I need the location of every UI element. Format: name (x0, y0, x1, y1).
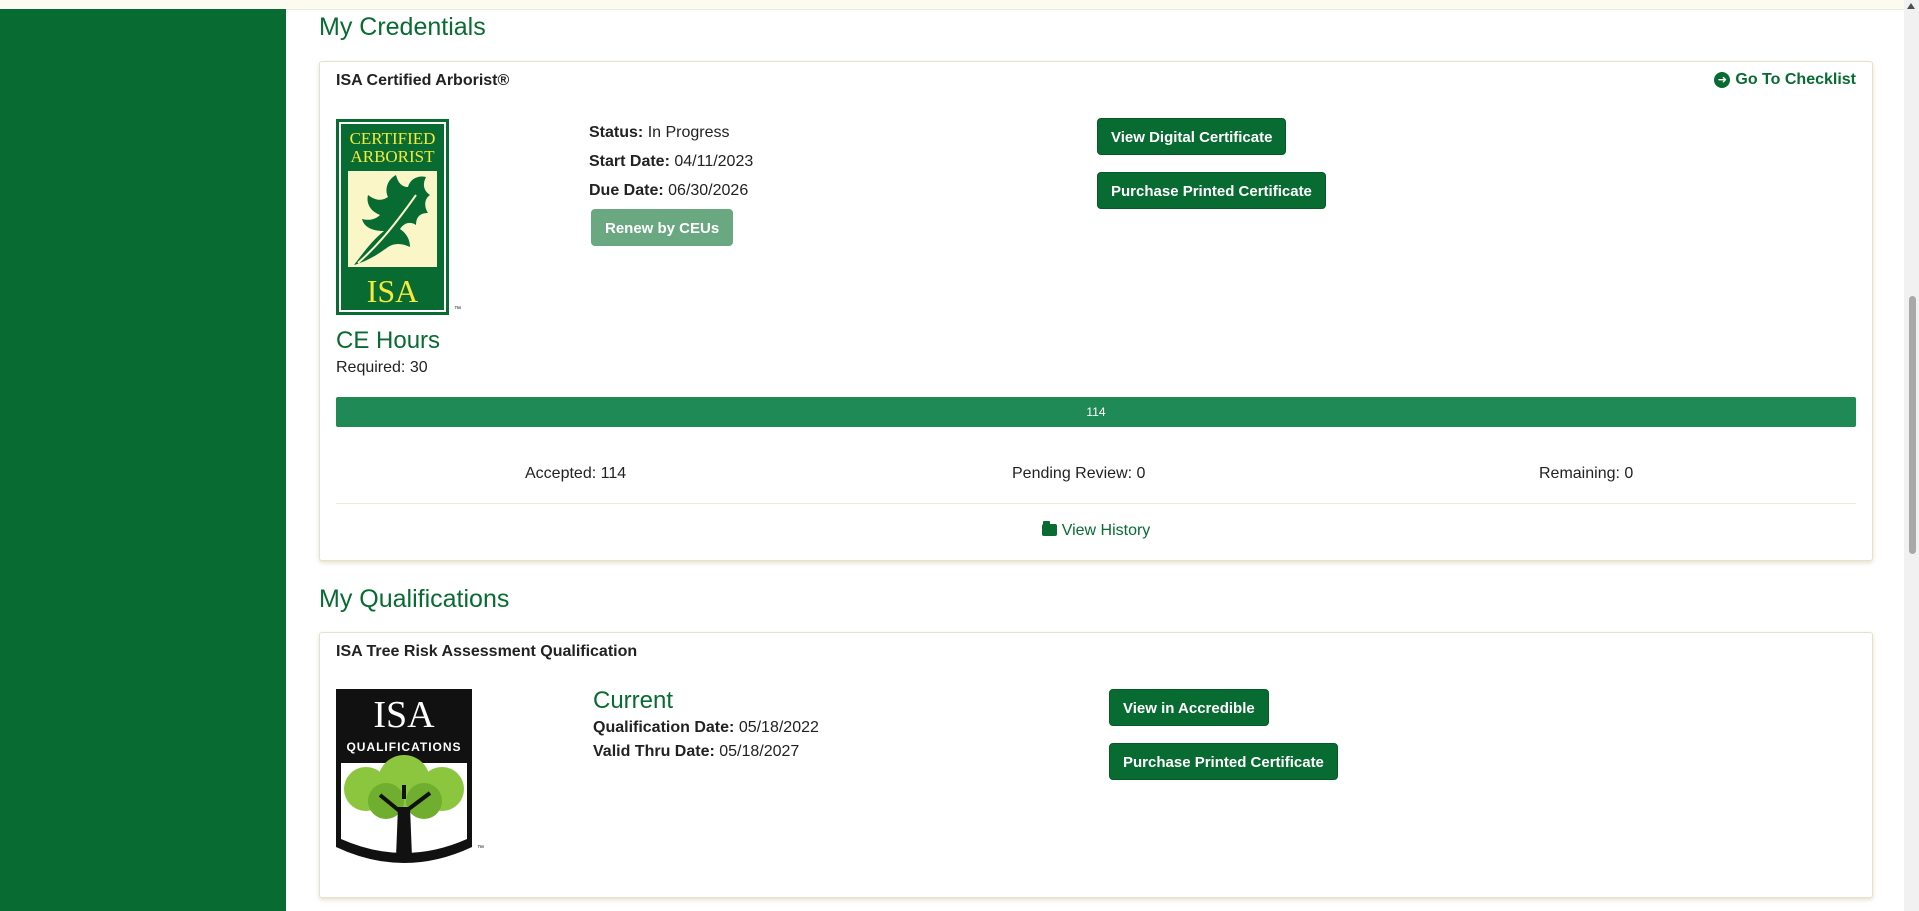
card-divider (336, 503, 1856, 504)
sidebar (0, 9, 286, 911)
qualification-title: ISA Tree Risk Assessment Qualification (336, 643, 638, 660)
qual-logo-caption: QUALIFICATIONS (346, 740, 461, 754)
qualification-date-value: 05/18/2022 (738, 719, 819, 736)
qual-logo-isa-mark: ISA (373, 694, 435, 736)
status-label: Status: (589, 124, 644, 141)
ce-required: Required: 30 (336, 359, 428, 376)
view-digital-certificate-button[interactable]: View Digital Certificate (1097, 118, 1287, 155)
due-date-line: Due Date: 06/30/2026 (589, 182, 748, 200)
credentials-heading: My Credentials (319, 13, 486, 41)
view-history-link[interactable]: View History (320, 521, 1872, 540)
credential-card: ISA Certified Arborist® ➜ Go To Checklis… (319, 61, 1873, 561)
logo-isa-mark: ISA (367, 273, 419, 309)
scroll-thumb[interactable] (1909, 296, 1916, 554)
valid-thru-label: Valid Thru Date: (593, 743, 715, 760)
due-date-value: 06/30/2026 (668, 182, 749, 199)
scroll-up-arrow-icon[interactable] (1907, 3, 1915, 9)
valid-thru-value: 05/18/2027 (719, 743, 800, 760)
isa-qualifications-logo: ISA QUALIFICATIONS (336, 689, 472, 863)
logo-certified-text: CERTIFIED (350, 129, 436, 148)
top-strip (0, 0, 1919, 10)
certified-arborist-logo: CERTIFIED ARBORIST ISA (336, 119, 449, 315)
qual-logo-trademark: ™ (477, 845, 484, 852)
accepted-count: Accepted: 114 (525, 465, 627, 482)
qualification-date-label: Qualification Date: (593, 719, 735, 736)
view-in-accredible-button[interactable]: View in Accredible (1109, 689, 1269, 726)
go-to-checklist-link[interactable]: ➜ Go To Checklist (1714, 71, 1856, 89)
qualification-purchase-printed-certificate-button[interactable]: Purchase Printed Certificate (1109, 743, 1338, 780)
ce-progress-fill: 114 (336, 397, 1856, 427)
ce-hours-title: CE Hours (336, 327, 441, 354)
status-value: In Progress (647, 124, 730, 141)
status-line: Status: In Progress (589, 124, 730, 142)
pending-review-count: Pending Review: 0 (1012, 465, 1146, 482)
arrow-circle-right-icon: ➜ (1714, 72, 1731, 88)
go-to-checklist-label: Go To Checklist (1735, 71, 1856, 88)
logo-arborist-text: ARBORIST (350, 147, 435, 166)
qualification-status: Current (593, 687, 674, 714)
remaining-count: Remaining: 0 (1539, 465, 1634, 482)
folder-icon (1041, 521, 1057, 536)
start-date-value: 04/11/2023 (674, 153, 754, 170)
due-date-label: Due Date: (589, 182, 664, 199)
qualification-card: ISA Tree Risk Assessment Qualification I… (319, 632, 1873, 898)
valid-thru-line: Valid Thru Date: 05/18/2027 (593, 743, 799, 761)
view-history-label: View History (1061, 522, 1151, 539)
start-date-label: Start Date: (589, 153, 670, 170)
qualifications-heading: My Qualifications (319, 585, 510, 613)
purchase-printed-certificate-button[interactable]: Purchase Printed Certificate (1097, 172, 1326, 209)
logo-trademark: ™ (454, 306, 461, 313)
credential-title: ISA Certified Arborist® (336, 72, 510, 89)
start-date-line: Start Date: 04/11/2023 (589, 153, 753, 171)
ce-progress-bar: 114 (336, 397, 1856, 427)
renew-by-ceus-button[interactable]: Renew by CEUs (591, 209, 734, 246)
qualification-date-line: Qualification Date: 05/18/2022 (593, 719, 819, 737)
